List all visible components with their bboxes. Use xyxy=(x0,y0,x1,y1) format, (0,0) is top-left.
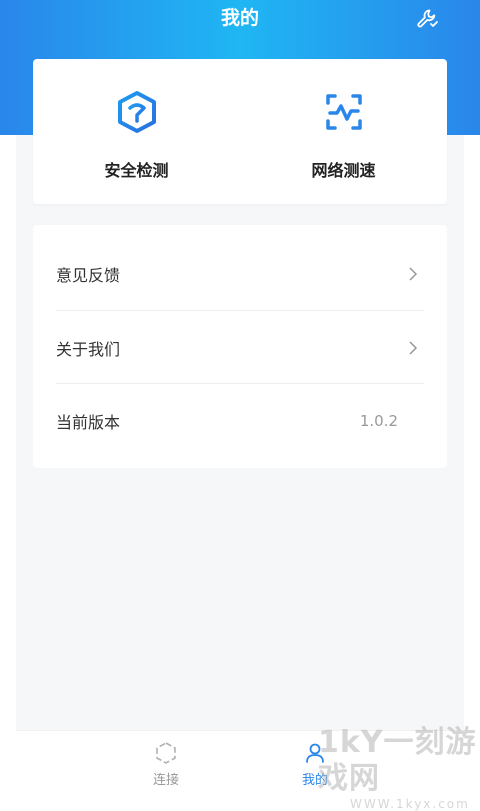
chevron-right-icon xyxy=(409,340,418,355)
version-value: 1.0.2 xyxy=(359,411,398,430)
security-check-label: 安全检测 xyxy=(104,161,169,180)
hexagon-icon xyxy=(156,742,176,764)
user-icon xyxy=(306,743,324,763)
settings-button[interactable] xyxy=(414,6,440,32)
menu-item-about[interactable]: 关于我们 xyxy=(56,311,424,384)
feedback-label: 意见反馈 xyxy=(56,265,121,285)
chevron-right-icon xyxy=(409,266,418,281)
tools-card: 安全检测 网络测速 xyxy=(33,59,447,204)
wrench-settings-icon xyxy=(417,9,438,28)
page-title: 我的 xyxy=(220,7,259,29)
menu-item-feedback[interactable]: 意见反馈 xyxy=(56,237,424,310)
menu-card: 意见反馈 关于我们 当前版本 1.0.2 xyxy=(33,225,447,468)
tab-connect[interactable]: 连接 xyxy=(136,741,196,799)
tab-mine-label: 我的 xyxy=(301,773,328,788)
bottom-tab-bar: 连接 我的 xyxy=(16,730,464,801)
network-speed-label: 网络测速 xyxy=(311,161,376,180)
security-shield-icon xyxy=(117,91,156,133)
version-label: 当前版本 xyxy=(56,412,121,432)
tab-connect-label: 连接 xyxy=(152,773,179,788)
network-speed-tool[interactable]: 网络测速 xyxy=(240,59,447,204)
about-label: 关于我们 xyxy=(56,339,121,359)
menu-item-version: 当前版本 1.0.2 xyxy=(56,384,424,457)
tab-mine[interactable]: 我的 xyxy=(285,741,345,799)
network-speed-icon xyxy=(325,94,362,130)
security-check-tool[interactable]: 安全检测 xyxy=(33,59,240,204)
